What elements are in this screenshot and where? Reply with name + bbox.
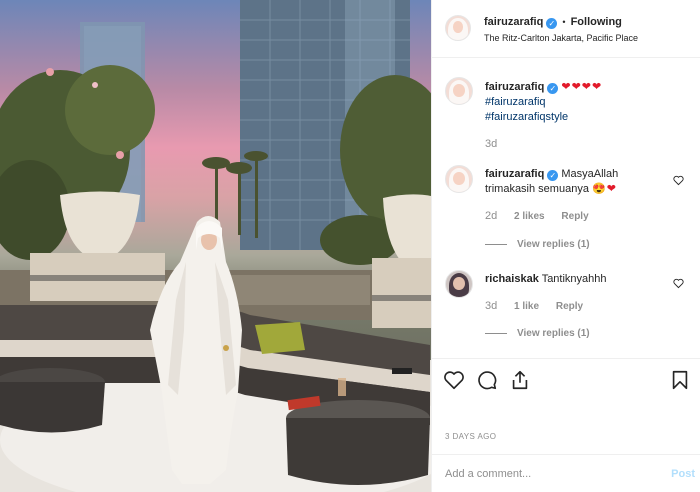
reply-button[interactable]: Reply <box>561 211 588 222</box>
bookmark-icon[interactable] <box>669 369 691 391</box>
caption-text: fairuzarafiq ✓ ❤❤❤❤ #fairuzarafiq #fairuz… <box>485 80 685 125</box>
reply-button[interactable]: Reply <box>556 301 583 312</box>
replies-divider <box>485 243 507 245</box>
hashtag-link[interactable]: #fairuzarafiq <box>485 96 546 108</box>
heart-outline-icon[interactable] <box>673 175 684 186</box>
view-replies-button[interactable]: View replies (1) <box>485 328 590 339</box>
comment-username[interactable]: fairuzarafiq <box>485 168 544 180</box>
post-sidebar: fairuzarafiq ✓ • Following The Ritz-Carlt… <box>431 0 700 492</box>
comment-likes[interactable]: 2 likes <box>514 211 545 222</box>
view-replies-label: View replies (1) <box>517 328 590 339</box>
comment-body: Tantiknyahhh <box>541 273 607 285</box>
comment-likes[interactable]: 1 like <box>514 301 539 312</box>
verified-badge-icon: ✓ <box>547 170 559 181</box>
hearts-emoji: ❤❤❤❤ <box>561 81 603 93</box>
location-link[interactable]: The Ritz-Carlton Jakarta, Pacific Place <box>484 33 638 43</box>
comment-input[interactable]: Add a comment... <box>445 468 531 480</box>
post-photo[interactable] <box>0 0 431 492</box>
view-replies-button[interactable]: View replies (1) <box>485 239 590 250</box>
verified-badge-icon: ✓ <box>547 83 559 94</box>
comment-text: richaiskak Tantiknyahhh <box>485 272 670 287</box>
header-separator: • <box>562 17 566 27</box>
comment-text: fairuzarafiq ✓ MasyaAllah trimakasih semu… <box>485 167 670 197</box>
header-user-line: fairuzarafiq ✓ • Following <box>484 16 622 29</box>
action-bar <box>432 358 700 402</box>
comment-avatar[interactable] <box>445 270 473 298</box>
following-button[interactable]: Following <box>571 16 622 28</box>
comment-emoji: 😍❤ <box>592 183 617 195</box>
view-replies-label: View replies (1) <box>517 239 590 250</box>
add-comment-bar: Add a comment... Post <box>432 454 700 492</box>
comment-avatar[interactable] <box>445 165 473 193</box>
like-heart-icon[interactable] <box>443 369 465 391</box>
hashtag-link[interactable]: #fairuzarafiqstyle <box>485 111 568 123</box>
heart-outline-icon[interactable] <box>673 278 684 289</box>
caption-avatar[interactable] <box>445 77 473 105</box>
comment-meta: 3d 1 like Reply <box>485 300 597 312</box>
share-icon[interactable] <box>509 369 531 391</box>
avatar[interactable] <box>445 15 471 41</box>
caption-age[interactable]: 3d <box>485 138 497 150</box>
header-username[interactable]: fairuzarafiq <box>484 16 543 28</box>
replies-divider <box>485 332 507 334</box>
caption-username[interactable]: fairuzarafiq <box>485 81 544 93</box>
post-button[interactable]: Post <box>671 468 695 480</box>
comment-username[interactable]: richaiskak <box>485 273 539 285</box>
photo-scene <box>0 0 431 492</box>
comment-age[interactable]: 3d <box>485 300 497 312</box>
comment-age[interactable]: 2d <box>485 210 497 222</box>
post-date[interactable]: 3 DAYS AGO <box>445 432 496 441</box>
comment-meta: 2d 2 likes Reply <box>485 210 603 222</box>
comment-bubble-icon[interactable] <box>476 369 498 391</box>
verified-badge-icon: ✓ <box>546 18 558 29</box>
post-header: fairuzarafiq ✓ • Following The Ritz-Carlt… <box>432 0 700 58</box>
